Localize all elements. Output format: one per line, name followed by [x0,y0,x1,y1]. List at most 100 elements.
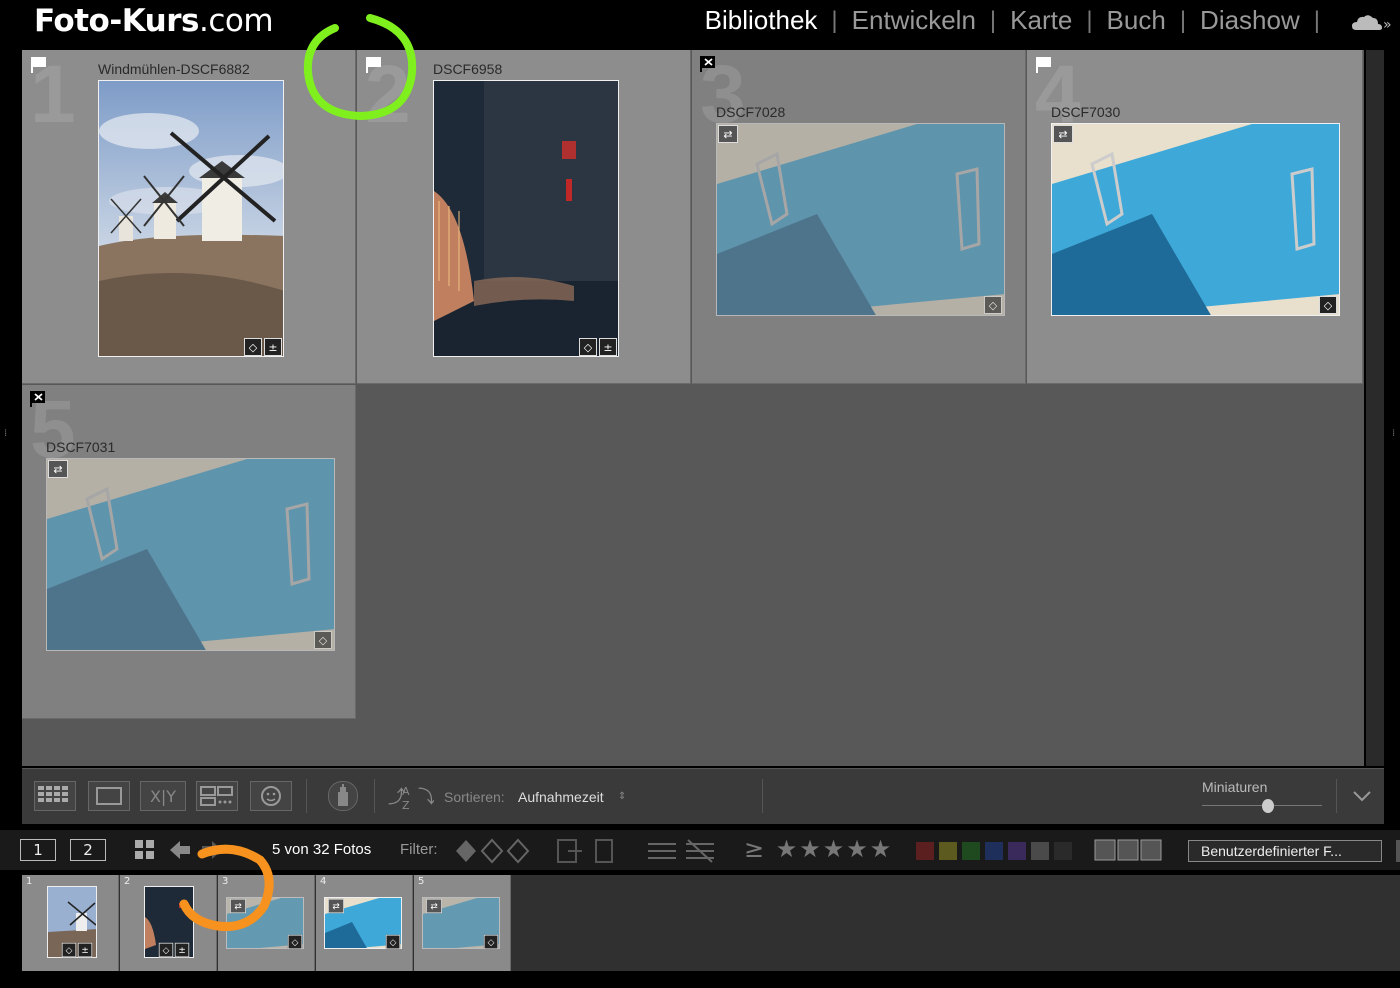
filmstrip-number: 1 [26,876,33,887]
filter-lock-icon[interactable] [1396,840,1400,862]
photo-thumbnail[interactable] [1051,123,1340,316]
sort-label: Sortieren: [444,789,505,805]
window-1-button[interactable]: 1 [20,839,56,861]
virtual-copy-icon[interactable]: ⇄ [48,460,68,478]
keyword-icon[interactable]: ◇ [244,338,262,356]
badge-group: ◇ ± [158,942,190,958]
grid-scrollbar[interactable] [1366,50,1384,766]
color-label-blue[interactable] [985,842,1003,860]
photo-filename: DSCF7030 [1051,104,1121,120]
annotation-circle-green [303,14,417,121]
window-2-button[interactable]: 2 [70,839,106,861]
badge-group: ◇ [314,631,332,649]
virtual-copy-icon[interactable]: ⇄ [718,125,738,143]
adjustment-filter-icons[interactable] [646,838,716,864]
loupe-view-button[interactable] [88,781,130,811]
left-panel-edge: ⁞ [0,48,22,828]
rating-filter[interactable]: ≥ ★★★★★ [744,835,893,863]
color-label-none[interactable] [1054,842,1072,860]
photo-grid: 1 Windmühlen-DSCF6882 ◇ ± 2 DSCF6958 ◇ ±… [22,50,1364,766]
photo-thumbnail[interactable] [433,80,619,357]
pool-image [1052,124,1339,315]
virtual-copy-icon[interactable]: ⇄ [328,898,344,914]
filmstrip-item-5[interactable]: 5 ⇄ ◇ [414,875,511,971]
slider-knob[interactable] [1262,799,1274,813]
color-label-purple[interactable] [1008,842,1026,860]
module-karte[interactable]: Karte [996,5,1086,36]
survey-view-button[interactable] [196,781,238,811]
photo-filename: DSCF7028 [716,104,786,120]
sort-direction-icon[interactable]: ⤴AZ ⤵ [388,783,434,811]
filmstrip-item-1[interactable]: 1 ◇ ± [22,875,119,971]
filmstrip-item-4[interactable]: 4 ⇄ ◇ [316,875,413,971]
keyword-icon[interactable]: ◇ [483,934,499,950]
people-view-button[interactable] [250,781,292,811]
grid-cell-4[interactable]: 4 DSCF7030 ⇄ ◇ [1027,50,1363,384]
photo-thumbnail[interactable] [46,458,335,651]
edit-icon[interactable]: ± [174,942,190,958]
grid-small-icon[interactable] [134,839,156,861]
keyword-icon[interactable]: ◇ [314,631,332,649]
svg-text:Z: Z [402,799,410,811]
photo-thumbnail[interactable] [98,80,284,357]
virtual-copy-icon[interactable]: ⇄ [426,898,442,914]
color-label-red[interactable] [916,842,934,860]
module-diashow[interactable]: Diashow [1186,5,1314,36]
module-picker: Bibliothek | Entwickeln | Karte | Buch | Dia… [691,5,1320,36]
logo: Foto-Kurs.com [34,3,274,39]
color-label-green[interactable] [962,842,980,860]
kind-filter-icons[interactable] [1094,839,1164,861]
edit-icon[interactable]: ± [264,338,282,356]
compare-view-button[interactable]: X|Y [140,781,186,811]
keyword-icon[interactable]: ◇ [984,296,1002,314]
grid-cell-3[interactable]: 3 DSCF7028 ⇄ ◇ [692,50,1026,384]
keyword-icon[interactable]: ◇ [287,934,303,950]
grid-cell-5[interactable]: 5 DSCF7031 ⇄ ◇ [22,384,356,719]
flag-icon[interactable] [30,56,48,74]
toolbar-menu-chevron-icon[interactable] [1352,789,1372,803]
pool-image [717,124,1004,315]
badge-group: ◇ [1319,296,1337,314]
module-entwickeln[interactable]: Entwickeln [838,5,990,36]
right-panel-toggle-icon[interactable]: ⁞ [1392,428,1395,439]
bottom-edge [0,971,1400,988]
thumbnail-size-label: Miniaturen [1202,779,1268,795]
sort-dropdown-arrow-icon[interactable]: ⇕ [618,791,626,802]
reject-flag-icon[interactable] [29,390,47,408]
color-label-yellow[interactable] [939,842,957,860]
sort-dropdown[interactable]: Aufnahmezeit [518,789,604,805]
keyword-icon[interactable]: ◇ [1319,296,1337,314]
keyword-icon[interactable]: ◇ [579,338,597,356]
badge-group: ◇ ± [244,338,282,356]
module-bibliothek[interactable]: Bibliothek [691,5,832,36]
photo-filename: Windmühlen-DSCF6882 [98,61,250,77]
edit-filter-icons[interactable] [556,838,620,864]
virtual-copy-icon[interactable]: ⇄ [1053,125,1073,143]
painter-button[interactable] [328,781,358,811]
badge-group: ◇ [984,296,1002,314]
filter-preset-dropdown[interactable]: Benutzerdefinierter F... [1188,840,1382,862]
color-label-custom[interactable] [1031,842,1049,860]
keyword-icon[interactable]: ◇ [158,942,174,958]
module-buch[interactable]: Buch [1093,5,1180,36]
edit-icon[interactable]: ± [599,338,617,356]
reject-flag-icon[interactable] [699,55,717,73]
cloud-icon[interactable]: » [1350,10,1394,36]
spray-can-icon [338,784,348,806]
top-bar: Foto-Kurs.com Bibliothek | Entwickeln | Ka… [0,0,1400,48]
library-toolbar: X|Y ⤴ A Z ⤵ Sortieren: Aufnahmezeit ⇕ Minia… [22,768,1384,824]
grid-view-button[interactable] [34,781,76,811]
loupe-icon [96,787,122,805]
filmstrip-number: 5 [418,876,425,887]
keyword-icon[interactable]: ◇ [385,934,401,950]
keyword-icon[interactable]: ◇ [61,942,77,958]
edit-icon[interactable]: ± [77,942,93,958]
flag-filter-icons[interactable] [454,838,530,864]
left-panel-toggle-icon[interactable]: ⁞ [4,428,7,439]
thumbnail-size-slider[interactable] [1202,799,1322,813]
photo-thumbnail[interactable] [716,123,1005,316]
photo-count[interactable]: 5 von 32 Fotos [272,841,371,858]
photo-filename: DSCF6958 [433,61,503,77]
flag-icon[interactable] [1035,56,1053,74]
photo-filename: DSCF7031 [46,439,116,455]
